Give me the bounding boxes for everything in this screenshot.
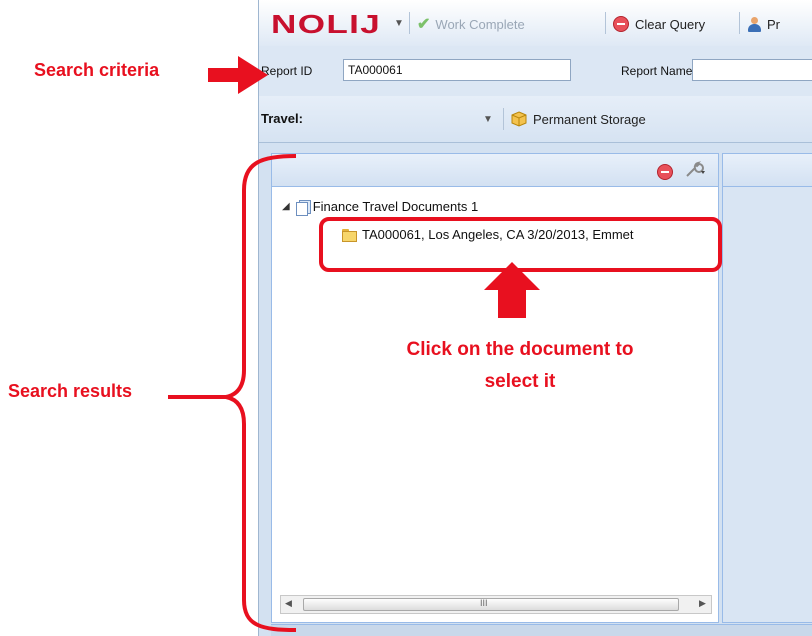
annotation-overlay: [168, 56, 722, 632]
criteria-arrow: [208, 56, 268, 94]
results-brace: [225, 154, 297, 632]
click-instruction-line2: select it: [484, 371, 556, 392]
document-highlight-box: [319, 217, 722, 272]
search-criteria-annotation: Search criteria: [34, 60, 160, 80]
click-instruction-line1: Click on the document to: [406, 339, 634, 360]
click-instruction-annotation: Click on the document to select it: [370, 334, 670, 398]
search-results-annotation: Search results: [8, 381, 133, 401]
